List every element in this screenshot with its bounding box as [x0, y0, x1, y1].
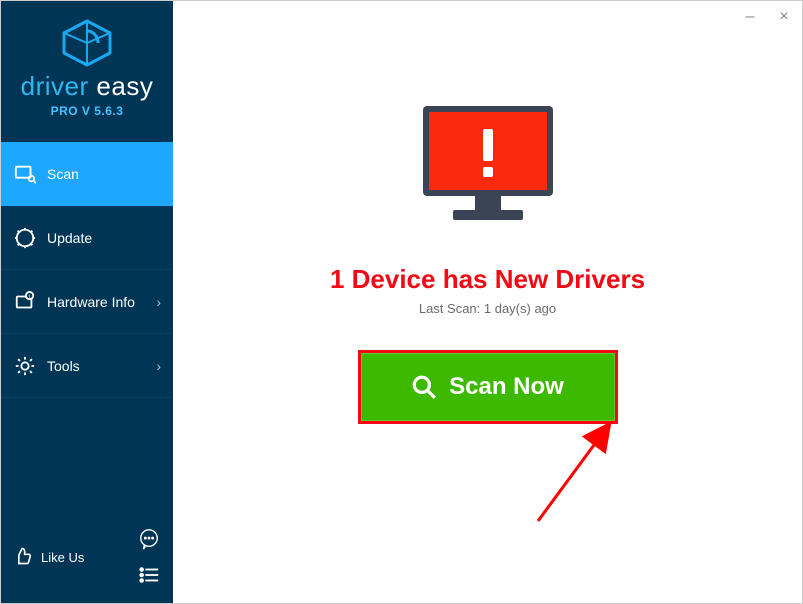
nav-item-tools[interactable]: Tools ›: [1, 334, 173, 398]
last-scan-text: Last Scan: 1 day(s) ago: [173, 301, 802, 316]
svg-text:1: 1: [28, 294, 31, 300]
sidebar: driver easy PRO V 5.6.3 Scan Upd: [1, 1, 173, 603]
annotation-arrow-icon: [513, 411, 633, 531]
content: 1 Device has New Drivers Last Scan: 1 da…: [173, 1, 802, 424]
bottom-bar: Like Us: [1, 517, 173, 603]
window-controls: – ×: [738, 5, 796, 29]
chevron-right-icon: ›: [156, 294, 161, 310]
nav-item-scan[interactable]: Scan: [1, 142, 173, 206]
menu-icon[interactable]: [137, 563, 161, 587]
nav-label-tools: Tools: [47, 358, 80, 374]
thumbs-up-icon: [13, 546, 35, 568]
brand-text: driver easy: [1, 71, 173, 102]
like-us-button[interactable]: Like Us: [13, 546, 84, 568]
minimize-button[interactable]: –: [738, 5, 762, 29]
bottom-icons: [137, 527, 161, 587]
brand-word-2: easy: [89, 71, 154, 101]
monitor-alert-icon: [413, 101, 563, 236]
headline: 1 Device has New Drivers: [173, 264, 802, 295]
version-label: PRO V 5.6.3: [1, 104, 173, 118]
close-button[interactable]: ×: [772, 5, 796, 29]
scan-icon: [13, 162, 37, 186]
nav-item-update[interactable]: Update: [1, 206, 173, 270]
nav-label-update: Update: [47, 230, 92, 246]
app-root: driver easy PRO V 5.6.3 Scan Upd: [1, 1, 802, 603]
like-us-label: Like Us: [41, 550, 84, 565]
hardware-icon: 1: [13, 290, 37, 314]
logo-area: driver easy PRO V 5.6.3: [1, 1, 173, 128]
nav-label-scan: Scan: [47, 166, 79, 182]
update-icon: [13, 226, 37, 250]
scan-now-button[interactable]: Scan Now: [358, 350, 618, 424]
nav: Scan Update 1 Hardware Info ›: [1, 142, 173, 398]
feedback-icon[interactable]: [137, 527, 161, 551]
brand-word-1: driver: [21, 71, 89, 101]
nav-label-hardware: Hardware Info: [47, 294, 135, 310]
nav-item-hardware[interactable]: 1 Hardware Info ›: [1, 270, 173, 334]
logo-icon: [60, 19, 114, 67]
tools-icon: [13, 354, 37, 378]
main-panel: – × 1 Device has New Drivers Last Scan: …: [173, 1, 802, 603]
scan-now-label: Scan Now: [449, 373, 564, 401]
search-icon: [411, 374, 437, 400]
chevron-right-icon: ›: [156, 358, 161, 374]
